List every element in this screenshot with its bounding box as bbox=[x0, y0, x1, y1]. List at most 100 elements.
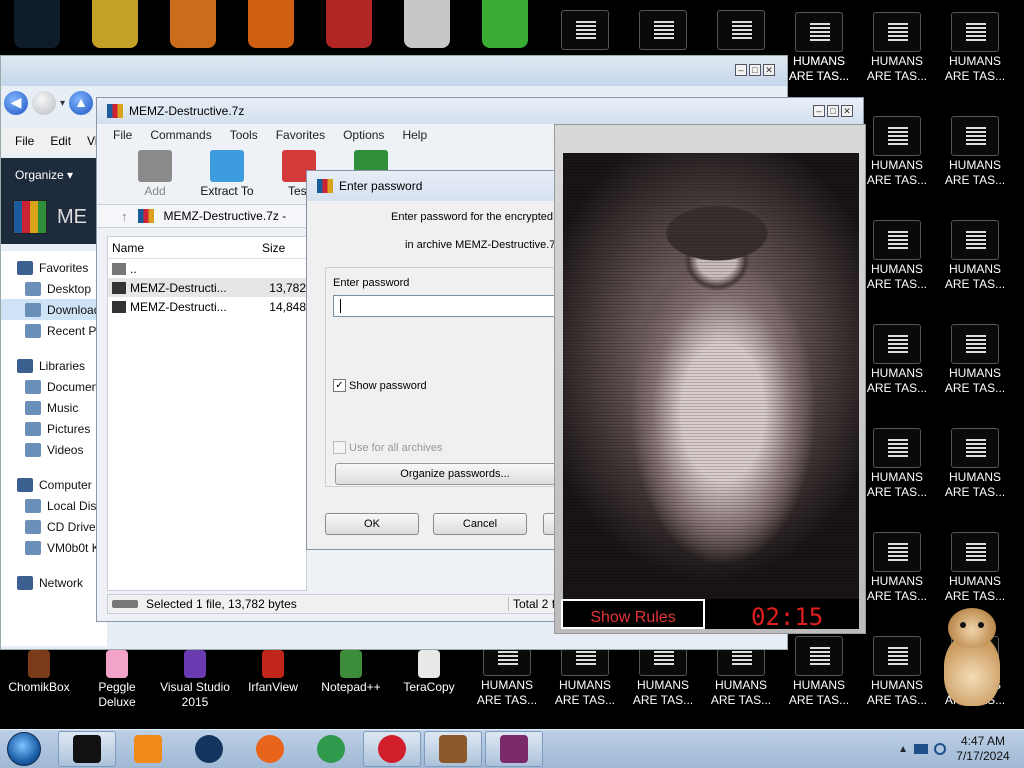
desktop-top-icon[interactable] bbox=[170, 0, 216, 48]
nav-item-label: Local Disk bbox=[47, 498, 103, 513]
desktop-icon[interactable]: Peggle Deluxe bbox=[78, 650, 156, 710]
nav-item[interactable]: Desktop bbox=[1, 278, 107, 299]
column-size[interactable]: Size bbox=[262, 241, 285, 255]
back-arrow-icon[interactable]: ◀ bbox=[4, 91, 28, 115]
desktop-top-icon[interactable] bbox=[404, 0, 450, 48]
menu-item[interactable]: Tools bbox=[230, 128, 258, 142]
desktop-icon-humans[interactable]: HUMANS ARE TAS... bbox=[936, 116, 1014, 188]
nav-item[interactable]: VM0b0t K bbox=[1, 537, 107, 558]
nav-item[interactable]: Favorites bbox=[1, 257, 107, 278]
desktop-icon[interactable]: Notepad++ bbox=[312, 650, 390, 695]
organize-button[interactable]: Organize ▾ bbox=[1, 158, 111, 190]
desktop-icon-humans[interactable]: HUMANS ARE TAS... bbox=[858, 220, 936, 292]
menu-file[interactable]: File bbox=[15, 134, 34, 148]
desktop-icon-humans[interactable]: HUMANS ARE TAS... bbox=[858, 636, 936, 708]
desktop-icon[interactable]: ChomikBox bbox=[0, 650, 78, 695]
minimize-button[interactable]: – bbox=[735, 64, 747, 76]
nav-item[interactable]: Computer bbox=[1, 474, 107, 495]
desktop-top-icon[interactable] bbox=[482, 0, 528, 48]
taskbar-button[interactable] bbox=[302, 731, 360, 767]
forward-arrow-icon[interactable] bbox=[32, 91, 56, 115]
up-folder-icon[interactable]: ↑ bbox=[121, 209, 128, 224]
clock[interactable]: 4:47 AM 7/17/2024 bbox=[952, 734, 1014, 764]
cancel-button[interactable]: Cancel bbox=[433, 513, 527, 535]
toolbar-extract-to-button[interactable]: Extract To bbox=[197, 150, 257, 198]
desktop-icon[interactable]: Visual Studio 2015 bbox=[156, 650, 234, 710]
ok-button[interactable]: OK bbox=[325, 513, 419, 535]
desktop-icon[interactable]: IrfanView bbox=[234, 650, 312, 695]
monitor-tray-icon[interactable] bbox=[914, 744, 928, 754]
nav-item[interactable]: Recent Pl bbox=[1, 320, 107, 341]
maximize-button[interactable]: □ bbox=[749, 64, 761, 76]
nav-item[interactable]: Downloads bbox=[1, 299, 107, 320]
password-input[interactable] bbox=[333, 295, 555, 317]
menu-item[interactable]: Help bbox=[402, 128, 427, 142]
desktop-icon[interactable]: TeraCopy bbox=[390, 650, 468, 695]
organize-passwords-button[interactable]: Organize passwords... bbox=[335, 463, 555, 485]
taskbar-button[interactable] bbox=[180, 731, 238, 767]
taskbar-button[interactable] bbox=[241, 731, 299, 767]
desktop-icon-humans[interactable]: HUMANS ARE TAS... bbox=[858, 532, 936, 604]
desktop-top-icon[interactable] bbox=[326, 0, 372, 48]
desktop-icon-humans[interactable]: HUMANS ARE TAS... bbox=[858, 12, 936, 84]
password-dialog-titlebar[interactable]: Enter password bbox=[307, 171, 555, 201]
archive-path[interactable]: MEMZ-Destructive.7z - bbox=[164, 209, 287, 223]
desktop-icon-humans[interactable] bbox=[624, 10, 702, 52]
desktop-icon-humans[interactable]: HUMANS ARE TAS... bbox=[858, 116, 936, 188]
desktop-icon-humans[interactable] bbox=[546, 10, 624, 52]
menu-item[interactable]: File bbox=[113, 128, 132, 142]
desktop-icon-humans[interactable]: HUMANS ARE TAS... bbox=[780, 636, 858, 708]
menu-item[interactable]: Commands bbox=[150, 128, 211, 142]
taskbar-button[interactable] bbox=[485, 731, 543, 767]
maximize-button[interactable]: □ bbox=[827, 105, 839, 117]
nav-item[interactable]: Videos bbox=[1, 439, 107, 460]
nav-item[interactable]: Libraries bbox=[1, 355, 107, 376]
checkbox-checked-icon[interactable]: ✓ bbox=[333, 379, 346, 392]
desktop-icon-humans[interactable]: HUMANS ARE TAS... bbox=[936, 12, 1014, 84]
taskbar-button[interactable] bbox=[363, 731, 421, 767]
minimize-button[interactable]: – bbox=[813, 105, 825, 117]
desktop-icon-humans[interactable]: HUMANS ARE TAS... bbox=[780, 12, 858, 84]
desktop-icon-humans[interactable]: HUMANS ARE TAS... bbox=[858, 428, 936, 500]
close-button[interactable]: ✕ bbox=[841, 105, 853, 117]
taskbar-button[interactable] bbox=[424, 731, 482, 767]
menu-item[interactable]: Options bbox=[343, 128, 384, 142]
up-arrow-icon[interactable]: ▲ bbox=[69, 91, 94, 115]
network-tray-icon[interactable] bbox=[934, 743, 946, 755]
file-row[interactable]: MEMZ-Destructi... 14,848 bbox=[108, 297, 306, 316]
scare-window[interactable]: Show Rules 02:15 bbox=[554, 124, 866, 634]
close-button[interactable]: ✕ bbox=[763, 64, 775, 76]
history-dropdown-icon[interactable]: ▾ bbox=[60, 98, 65, 109]
password-dialog[interactable]: Enter password Enter password for the en… bbox=[306, 170, 556, 550]
explorer-titlebar[interactable]: – □ ✕ bbox=[1, 56, 787, 86]
file-row[interactable]: MEMZ-Destructi... 13,782 bbox=[108, 278, 306, 297]
desktop-icon-label: HUMANS ARE TAS... bbox=[554, 678, 616, 707]
desktop-icon-humans[interactable]: HUMANS ARE TAS... bbox=[936, 428, 1014, 500]
nav-item[interactable]: Local Disk bbox=[1, 495, 107, 516]
nav-item[interactable]: Network bbox=[1, 572, 107, 593]
desktop-icon-humans[interactable]: HUMANS ARE TAS... bbox=[936, 324, 1014, 396]
desktop-top-icon[interactable] bbox=[92, 0, 138, 48]
winrar-titlebar[interactable]: MEMZ-Destructive.7z – □ ✕ bbox=[97, 98, 863, 124]
start-button[interactable] bbox=[0, 730, 48, 768]
desktop-icon-humans[interactable] bbox=[702, 10, 780, 52]
nav-item[interactable]: CD Drive bbox=[1, 516, 107, 537]
menu-item[interactable]: Favorites bbox=[276, 128, 325, 142]
show-rules-button[interactable]: Show Rules bbox=[561, 599, 705, 629]
desktop-icon-label: TeraCopy bbox=[403, 680, 455, 694]
taskbar-button[interactable] bbox=[119, 731, 177, 767]
nav-item[interactable]: Pictures bbox=[1, 418, 107, 439]
taskbar-button[interactable] bbox=[58, 731, 116, 767]
desktop-icon-humans[interactable]: HUMANS ARE TAS... bbox=[936, 532, 1014, 604]
show-password-checkbox[interactable]: ✓ Show password bbox=[333, 379, 427, 392]
column-name[interactable]: Name bbox=[112, 241, 262, 255]
desktop-icon-humans[interactable]: HUMANS ARE TAS... bbox=[936, 220, 1014, 292]
file-row[interactable]: .. bbox=[108, 259, 306, 278]
desktop-top-icon[interactable] bbox=[14, 0, 60, 48]
menu-edit[interactable]: Edit bbox=[50, 134, 71, 148]
nav-item[interactable]: Documents bbox=[1, 376, 107, 397]
show-hidden-icons-icon[interactable]: ▲ bbox=[898, 744, 908, 755]
desktop-top-icon[interactable] bbox=[248, 0, 294, 48]
desktop-icon-humans[interactable]: HUMANS ARE TAS... bbox=[858, 324, 936, 396]
nav-item[interactable]: Music bbox=[1, 397, 107, 418]
